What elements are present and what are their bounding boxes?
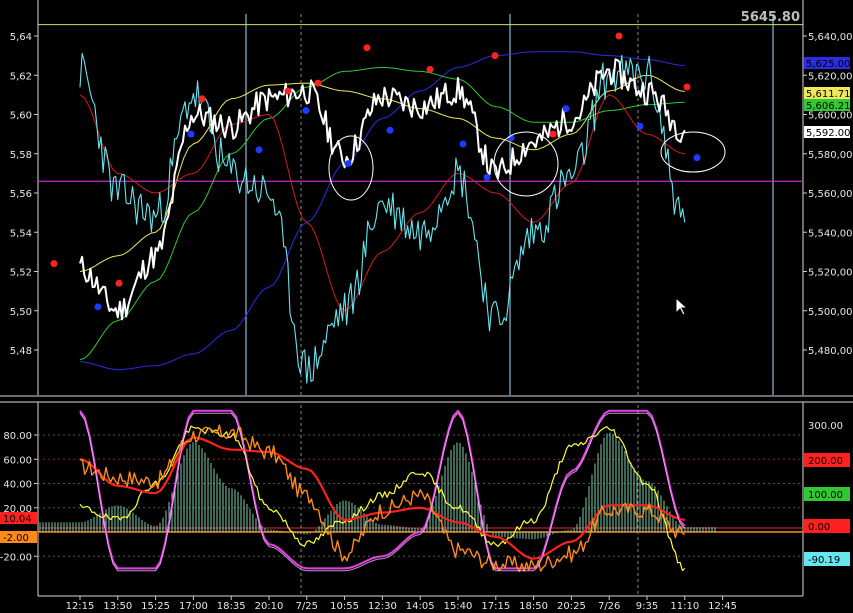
- x-tick-label: 13:50: [103, 601, 132, 612]
- osc-right-tag: 100.00: [804, 487, 850, 501]
- peak-marker: [491, 52, 499, 60]
- right-tick-label: 5,580,00: [808, 150, 853, 161]
- trough-marker: [483, 173, 491, 181]
- osc-right-tag-text: -90.19: [808, 555, 840, 566]
- x-tick-label: 12:30: [368, 601, 397, 612]
- peak-marker: [615, 32, 623, 40]
- peak-marker: [284, 87, 292, 95]
- price-tag-text: 5,611.71: [806, 89, 851, 100]
- right-tick-label: 5,620,00: [808, 71, 853, 82]
- peak-marker: [426, 65, 434, 73]
- left-tick-label: 5,48: [10, 346, 32, 357]
- price-right-axis[interactable]: 5,640,00 5,620,00 5,600,00 5,580,00 5,560,00…: [803, 32, 853, 357]
- peak-marker: [314, 79, 322, 87]
- right-tick-label: 5,480,00: [808, 346, 853, 357]
- x-tick-label: 9:35: [636, 601, 658, 612]
- osc-right-tag-text: 0.00: [808, 522, 830, 533]
- peak-marker: [683, 83, 691, 91]
- osc-left-tick-label: 60.00: [3, 455, 32, 466]
- osc-left-tag: -2.00: [0, 531, 37, 544]
- trough-marker: [344, 160, 352, 168]
- right-tick-label: 5,600,00: [808, 111, 853, 122]
- osc-left-tick-label: 40.00: [3, 480, 32, 491]
- trough-marker: [255, 146, 263, 154]
- osc-left-tag: 10.04: [0, 512, 37, 525]
- osc-right-tag-text: 200.00: [808, 456, 843, 467]
- peak-marker: [363, 44, 371, 52]
- x-tick-label: 14:05: [406, 601, 435, 612]
- left-tick-label: 5,62: [10, 71, 32, 82]
- x-tick-label: 12:15: [66, 601, 95, 612]
- price-tag-text: 5,625.00: [806, 59, 851, 70]
- x-tick-label: 11:10: [670, 601, 699, 612]
- osc-left-tag-text: 10.04: [3, 514, 32, 525]
- x-tick-label: 17:00: [179, 601, 208, 612]
- right-tick-label: 5,520,00: [808, 268, 853, 279]
- osc-right-tag: 200.00: [804, 453, 850, 467]
- osc-right-tag: 0.00: [804, 519, 850, 533]
- osc-right-tag-text: 100.00: [808, 490, 843, 501]
- price-readout: 5645.80: [741, 10, 800, 25]
- chart-canvas: 5,64 5,62 5,60 5,58 5,56 5,54 5,52 5,50 5,48 5,6…: [0, 0, 853, 613]
- trough-marker: [386, 126, 394, 134]
- right-tick-label: 5,500,00: [808, 307, 853, 318]
- x-tick-label: 20:25: [557, 601, 586, 612]
- trough-marker: [187, 130, 195, 138]
- x-tick-label: 7/25: [296, 601, 318, 612]
- x-tick-label: 18:50: [519, 601, 548, 612]
- left-tick-label: 5,60: [10, 111, 32, 122]
- x-tick-label: 7/26: [598, 601, 620, 612]
- right-tick-label: 5,640,00: [808, 32, 853, 43]
- osc-left-tick-label: 80.00: [3, 431, 32, 442]
- x-tick-label: 20:10: [255, 601, 284, 612]
- trough-marker: [636, 122, 644, 130]
- osc-right-tick-label: 300.00: [808, 421, 843, 432]
- trough-marker: [94, 303, 102, 311]
- x-tick-label: 17:15: [481, 601, 510, 612]
- price-tag: 5,625.00: [804, 57, 851, 70]
- left-tick-label: 5,52: [10, 268, 32, 279]
- price-value-tags: 5,625.00 5,611.715,606.21 5,592.00: [804, 57, 851, 139]
- left-tick-label: 5,56: [10, 189, 32, 200]
- right-tick-label: 5,560,00: [808, 189, 853, 200]
- peak-marker: [50, 260, 58, 268]
- x-tick-label: 15:25: [141, 601, 170, 612]
- x-tick-label: 15:40: [444, 601, 473, 612]
- trough-marker: [302, 107, 310, 115]
- left-tick-label: 5,64: [10, 32, 32, 43]
- peak-marker: [115, 279, 123, 287]
- price-tag: 5,606.21: [804, 99, 851, 112]
- x-tick-label: 12:45: [708, 601, 737, 612]
- x-tick-label: 10:55: [330, 601, 359, 612]
- left-tick-label: 5,54: [10, 228, 32, 239]
- right-tick-label: 5,540,00: [808, 228, 853, 239]
- trough-marker: [459, 140, 467, 148]
- peak-marker: [549, 130, 557, 138]
- osc-right-tag: -90.19: [804, 552, 850, 566]
- peak-marker: [198, 95, 206, 103]
- trough-marker: [562, 105, 570, 113]
- osc-left-tag-text: -2.00: [3, 533, 29, 544]
- price-tag-text: 5,606.21: [806, 101, 851, 112]
- left-tick-label: 5,58: [10, 150, 32, 161]
- price-tag-text: 5,592.00: [806, 128, 851, 139]
- trough-marker: [693, 154, 701, 162]
- price-tag: 5,592.00: [804, 126, 851, 139]
- left-tick-label: 5,50: [10, 307, 32, 318]
- x-tick-label: 18:35: [217, 601, 246, 612]
- osc-left-tick-label: -20.00: [0, 552, 32, 563]
- price-tag: 5,611.71: [804, 87, 851, 100]
